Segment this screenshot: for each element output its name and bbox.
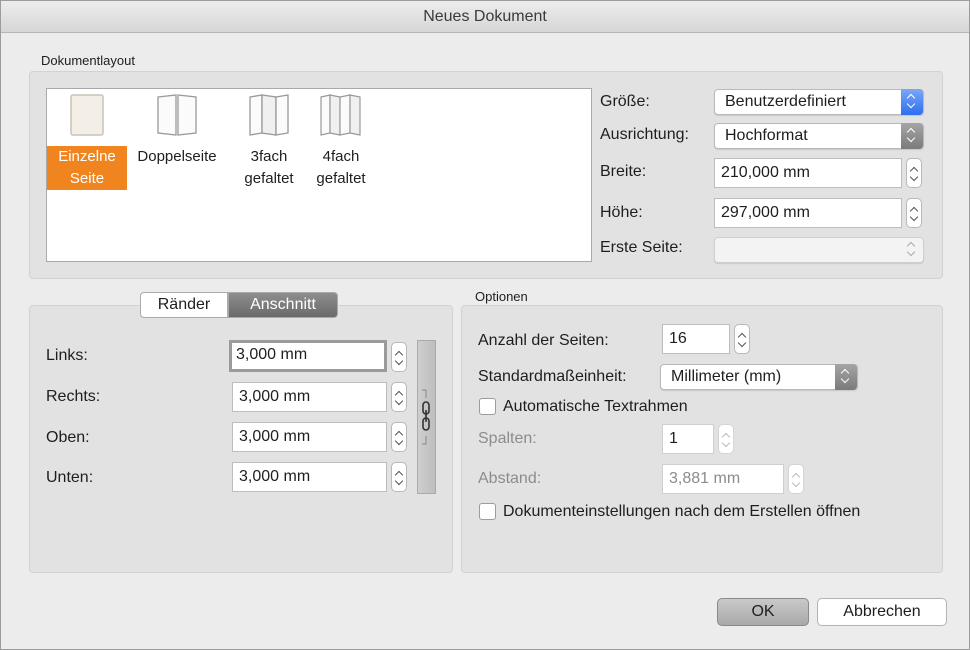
width-label: Breite:: [600, 163, 647, 180]
window-title: Neues Dokument: [1, 1, 969, 33]
size-value: Benutzerdefiniert: [725, 93, 846, 110]
size-popup[interactable]: Benutzerdefiniert: [714, 89, 924, 115]
layout-item-single-page[interactable]: Einzelne Seite: [47, 93, 127, 190]
left-margin-field[interactable]: 3,000 mm: [229, 340, 387, 372]
cancel-button[interactable]: Abbrechen: [817, 598, 947, 626]
first-page-popup[interactable]: [714, 237, 924, 263]
open-settings-label: Dokumenteinstellungen nach dem Erstellen…: [503, 503, 861, 520]
layout-item-label: 4fach: [322, 148, 360, 165]
popup-arrows-icon: [901, 123, 923, 149]
columns-stepper[interactable]: [718, 424, 734, 454]
height-label: Höhe:: [600, 204, 643, 221]
bottom-margin-stepper[interactable]: [391, 462, 407, 492]
left-margin-stepper[interactable]: [391, 342, 407, 372]
pages-count-label: Anzahl der Seiten:: [478, 332, 609, 349]
height-stepper[interactable]: [906, 198, 922, 228]
gutter-label: Abstand:: [478, 470, 542, 487]
width-stepper[interactable]: [906, 158, 922, 188]
link-margins-button[interactable]: [417, 340, 436, 494]
default-unit-value: Millimeter (mm): [671, 368, 782, 385]
trifold-page-icon: [249, 94, 289, 136]
layout-item-label: gefaltet: [316, 170, 366, 187]
fourfold-page-icon: [320, 94, 361, 136]
layout-item-label: 3fach: [250, 148, 288, 165]
layout-item-label: Seite: [69, 170, 105, 187]
options-section-label: Optionen: [475, 289, 528, 304]
popup-arrows-icon: [901, 89, 923, 115]
bottom-margin-field[interactable]: 3,000 mm: [232, 462, 387, 492]
popup-arrows-icon: [835, 364, 857, 390]
popup-arrows-icon: [901, 237, 923, 263]
columns-field[interactable]: 1: [662, 424, 714, 454]
left-margin-label: Links:: [46, 347, 88, 364]
single-page-icon: [70, 94, 104, 136]
new-document-dialog: Neues Dokument Dokumentlayout Einzelne S…: [0, 0, 970, 650]
orientation-popup[interactable]: Hochformat: [714, 123, 924, 149]
auto-text-frame-checkbox[interactable]: [479, 398, 496, 415]
tab-margins[interactable]: Ränder: [140, 292, 228, 318]
gutter-field[interactable]: 3,881 mm: [662, 464, 784, 494]
height-field[interactable]: 297,000 mm: [714, 198, 902, 228]
columns-label: Spalten:: [478, 430, 537, 447]
layout-item-label: gefaltet: [244, 170, 294, 187]
pages-count-stepper[interactable]: [734, 324, 750, 354]
gutter-stepper[interactable]: [788, 464, 804, 494]
width-field[interactable]: 210,000 mm: [714, 158, 902, 188]
default-unit-label: Standardmaßeinheit:: [478, 368, 627, 385]
layout-item-fourfold[interactable]: 4fach gefaltet: [309, 93, 373, 190]
orientation-value: Hochformat: [725, 127, 808, 144]
pages-count-field[interactable]: 16: [662, 324, 730, 354]
right-margin-label: Rechts:: [46, 388, 101, 405]
right-margin-field[interactable]: 3,000 mm: [232, 382, 387, 412]
spread-page-icon: [157, 94, 197, 136]
top-margin-stepper[interactable]: [391, 422, 407, 452]
layout-item-trifold[interactable]: 3fach gefaltet: [237, 93, 301, 190]
auto-text-frame-label: Automatische Textrahmen: [503, 398, 688, 415]
bottom-margin-label: Unten:: [46, 469, 94, 486]
layout-item-label: Doppelseite: [137, 148, 217, 165]
open-settings-checkbox[interactable]: [479, 503, 496, 520]
chain-link-icon: [422, 389, 430, 445]
right-margin-stepper[interactable]: [391, 382, 407, 412]
top-margin-label: Oben:: [46, 429, 90, 446]
first-page-label: Erste Seite:: [600, 239, 683, 256]
orientation-label: Ausrichtung:: [600, 126, 689, 143]
tab-bleed[interactable]: Anschnitt: [228, 292, 338, 318]
layout-section-label: Dokumentlayout: [41, 53, 135, 68]
default-unit-popup[interactable]: Millimeter (mm): [660, 364, 858, 390]
layout-item-label: Einzelne: [58, 148, 116, 165]
top-margin-field[interactable]: 3,000 mm: [232, 422, 387, 452]
layout-item-spread[interactable]: Doppelseite: [129, 93, 225, 168]
layout-list: Einzelne Seite Doppelseite 3fach gefalte…: [46, 88, 592, 262]
size-label: Größe:: [600, 93, 650, 110]
ok-button[interactable]: OK: [717, 598, 809, 626]
